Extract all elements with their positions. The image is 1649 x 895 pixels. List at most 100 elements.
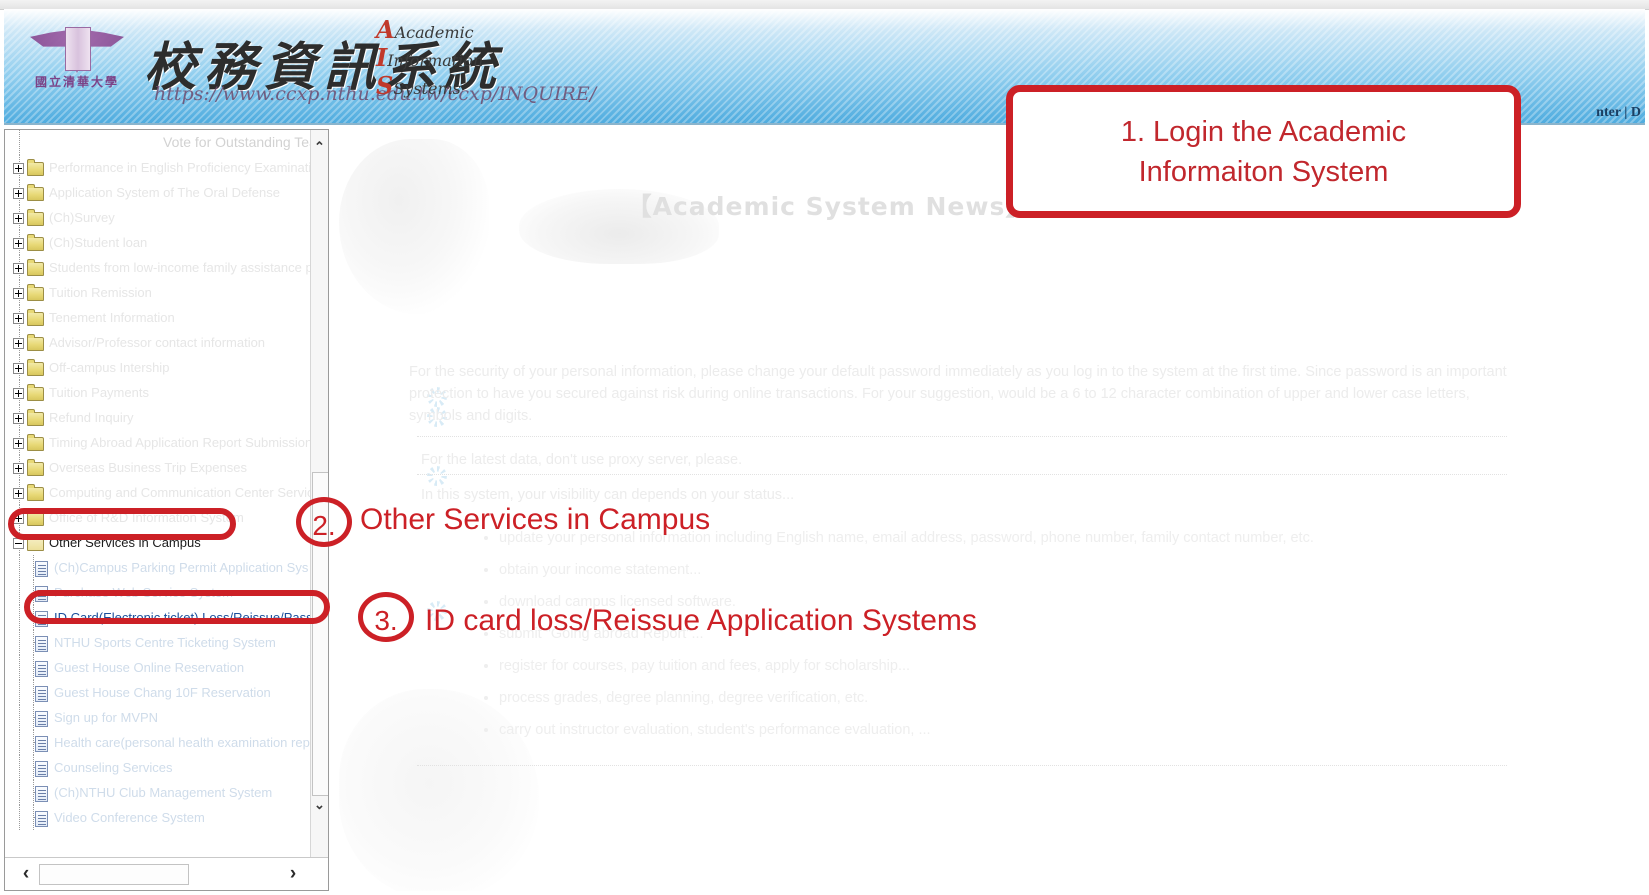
screenshot-root: 國立清華大學 校務資訊系統 https://www.ccxp.nthu.edu.… bbox=[0, 0, 1649, 895]
tree-folder-item[interactable]: Tenement Information bbox=[5, 305, 312, 330]
expand-plus-icon[interactable] bbox=[13, 238, 24, 250]
expand-plus-icon[interactable] bbox=[13, 288, 24, 300]
document-icon bbox=[35, 660, 48, 677]
scroll-left-arrow-icon[interactable]: ‹ bbox=[15, 862, 37, 886]
ais-line-academic: AAcademic bbox=[376, 17, 546, 45]
folder-icon bbox=[27, 333, 44, 351]
folder-icon bbox=[27, 508, 44, 526]
tree-guide-line bbox=[19, 580, 21, 605]
tree-folder-item[interactable]: Refund Inquiry bbox=[5, 405, 312, 430]
content-divider bbox=[417, 436, 1507, 437]
tree-leaf-item[interactable]: Sign up for MVPN bbox=[5, 705, 312, 730]
tree-folder-item[interactable]: Office of R&D Information System bbox=[5, 505, 312, 530]
expand-plus-icon[interactable] bbox=[13, 463, 24, 475]
tree-folder-item[interactable]: Tuition Payments bbox=[5, 380, 312, 405]
tree-guide-line bbox=[19, 605, 21, 630]
tree-leaf-item[interactable]: ID Card(Electronic ticket) Loss/Reissue/… bbox=[5, 605, 312, 630]
folder-icon bbox=[27, 483, 44, 501]
tree-item-cut-top[interactable]: Vote for Outstanding Teachers bbox=[5, 130, 312, 155]
expand-plus-icon[interactable] bbox=[13, 388, 24, 400]
navigation-tree-pane: Vote for Outstanding Teachers Performance… bbox=[4, 129, 329, 891]
expand-plus-icon[interactable] bbox=[13, 413, 24, 425]
expand-plus-icon[interactable] bbox=[13, 338, 24, 350]
crest-book-shape bbox=[65, 27, 91, 71]
news-paragraph-password: For the security of your personal inform… bbox=[409, 364, 1507, 424]
tree-item-label: Sign up for MVPN bbox=[54, 710, 159, 725]
tree-item-label: Computing and Communication Center Servi… bbox=[49, 485, 312, 500]
tree-folder-other-services-in-campus[interactable]: Other Services in Campus bbox=[5, 530, 312, 555]
folder-icon bbox=[27, 408, 44, 426]
tree-item-label: Students from low-income family assistan… bbox=[49, 260, 312, 275]
tree-leaf-item[interactable]: Health care(personal health examination … bbox=[5, 730, 312, 755]
expand-plus-icon[interactable] bbox=[13, 313, 24, 325]
annotation-step3-number: 3. bbox=[358, 592, 414, 642]
tree-item-label: Overseas Business Trip Expenses bbox=[49, 460, 247, 475]
news-bullet-item: process grades, degree planning, degree … bbox=[499, 685, 1509, 711]
tree-leaf-item[interactable]: NTHU Sports Centre Ticketing System bbox=[5, 630, 312, 655]
tree-folder-item[interactable]: (Ch)Student loan bbox=[5, 230, 312, 255]
expand-plus-icon[interactable] bbox=[13, 163, 24, 175]
open-folder-icon bbox=[27, 533, 44, 551]
document-icon bbox=[35, 735, 48, 752]
tree-item-label: Office of R&D Information System bbox=[49, 510, 244, 525]
tree-leaf-item[interactable]: Counseling Services bbox=[5, 755, 312, 780]
tree-horizontal-scrollbar[interactable]: ‹ › bbox=[5, 857, 328, 890]
content-divider bbox=[417, 765, 1507, 766]
tree-folder-item[interactable]: Performance in English Proficiency Exami… bbox=[5, 155, 312, 180]
tree-guide-line bbox=[19, 805, 21, 830]
tree-folder-item[interactable]: Advisor/Professor contact information bbox=[5, 330, 312, 355]
news-bullet-item: carry out instructor evaluation, student… bbox=[499, 717, 1509, 743]
expand-plus-icon[interactable] bbox=[13, 513, 24, 525]
tree-leaf-item[interactable]: Video Conference System bbox=[5, 805, 312, 830]
folder-icon bbox=[27, 233, 44, 251]
folder-icon bbox=[27, 458, 44, 476]
news-paragraph-proxy: For the latest data, don't use proxy ser… bbox=[421, 452, 743, 468]
annotation-step3-text: ID card loss/Reissue Application Systems bbox=[425, 604, 977, 637]
expand-plus-icon[interactable] bbox=[13, 363, 24, 375]
ais-line-systems: SSystems bbox=[376, 73, 546, 101]
expand-plus-icon[interactable] bbox=[13, 188, 24, 200]
document-icon bbox=[35, 760, 48, 777]
tree-leaf-item[interactable]: (Ch)Campus Parking Permit Application Sy… bbox=[5, 555, 312, 580]
tree-folder-item[interactable]: Computing and Communication Center Servi… bbox=[5, 480, 312, 505]
folder-icon bbox=[27, 383, 44, 401]
expand-plus-icon[interactable] bbox=[13, 263, 24, 275]
tree-folder-item[interactable]: (Ch)Survey bbox=[5, 205, 312, 230]
folder-icon bbox=[27, 158, 44, 176]
expand-plus-icon[interactable] bbox=[13, 438, 24, 450]
tree-folder-item[interactable]: Tuition Remission bbox=[5, 280, 312, 305]
tree-item-label: Application System of The Oral Defense bbox=[49, 185, 280, 200]
document-icon bbox=[35, 810, 48, 827]
tree-item-label: Timing Abroad Application Report Submiss… bbox=[49, 435, 312, 450]
tree-item-label: Other Services in Campus bbox=[49, 535, 201, 550]
ais-word-systems: Systems bbox=[393, 79, 461, 98]
tree-leaf-item[interactable]: Guest House Online Reservation bbox=[5, 655, 312, 680]
ais-line-information: IInformation bbox=[376, 45, 546, 73]
ais-word-information: Information bbox=[387, 51, 484, 70]
scroll-down-arrow-icon[interactable]: ⌄ bbox=[311, 796, 328, 813]
expand-plus-icon[interactable] bbox=[13, 213, 24, 225]
scroll-right-arrow-icon[interactable]: › bbox=[282, 862, 304, 886]
tree-item-label: (Ch)Survey bbox=[49, 210, 115, 225]
document-icon bbox=[35, 560, 48, 577]
tree-folder-item[interactable]: Students from low-income family assistan… bbox=[5, 255, 312, 280]
tree-leaf-item[interactable]: Purchase Web Service System bbox=[5, 580, 312, 605]
tree-folder-item[interactable]: Application System of The Oral Defense bbox=[5, 180, 312, 205]
tree-item-label: Counseling Services bbox=[54, 760, 173, 775]
tree-folder-item[interactable]: Off-campus Intership bbox=[5, 355, 312, 380]
tree-item-label: Vote for Outstanding Teachers bbox=[163, 134, 312, 150]
expand-plus-icon[interactable] bbox=[13, 488, 24, 500]
tree-leaf-item[interactable]: (Ch)NTHU Club Management System bbox=[5, 780, 312, 805]
collapse-minus-icon[interactable] bbox=[13, 538, 24, 550]
horizontal-scroll-thumb[interactable] bbox=[39, 864, 189, 885]
tree-item-label: (Ch)Student loan bbox=[49, 235, 148, 250]
tree-leaf-item[interactable]: Guest House Chang 10F Reservation bbox=[5, 680, 312, 705]
folder-icon bbox=[27, 183, 44, 201]
tree-item-label: Performance in English Proficiency Exami… bbox=[49, 160, 312, 175]
tree-vertical-scrollbar[interactable]: ⌃ ⌄ bbox=[310, 130, 328, 858]
tree-folder-item[interactable]: Overseas Business Trip Expenses bbox=[5, 455, 312, 480]
tree-folder-item[interactable]: Timing Abroad Application Report Submiss… bbox=[5, 430, 312, 455]
folder-icon bbox=[27, 358, 44, 376]
banner-nav-links[interactable]: nter | D bbox=[1596, 105, 1641, 121]
scroll-up-arrow-icon[interactable]: ⌃ bbox=[311, 138, 328, 155]
